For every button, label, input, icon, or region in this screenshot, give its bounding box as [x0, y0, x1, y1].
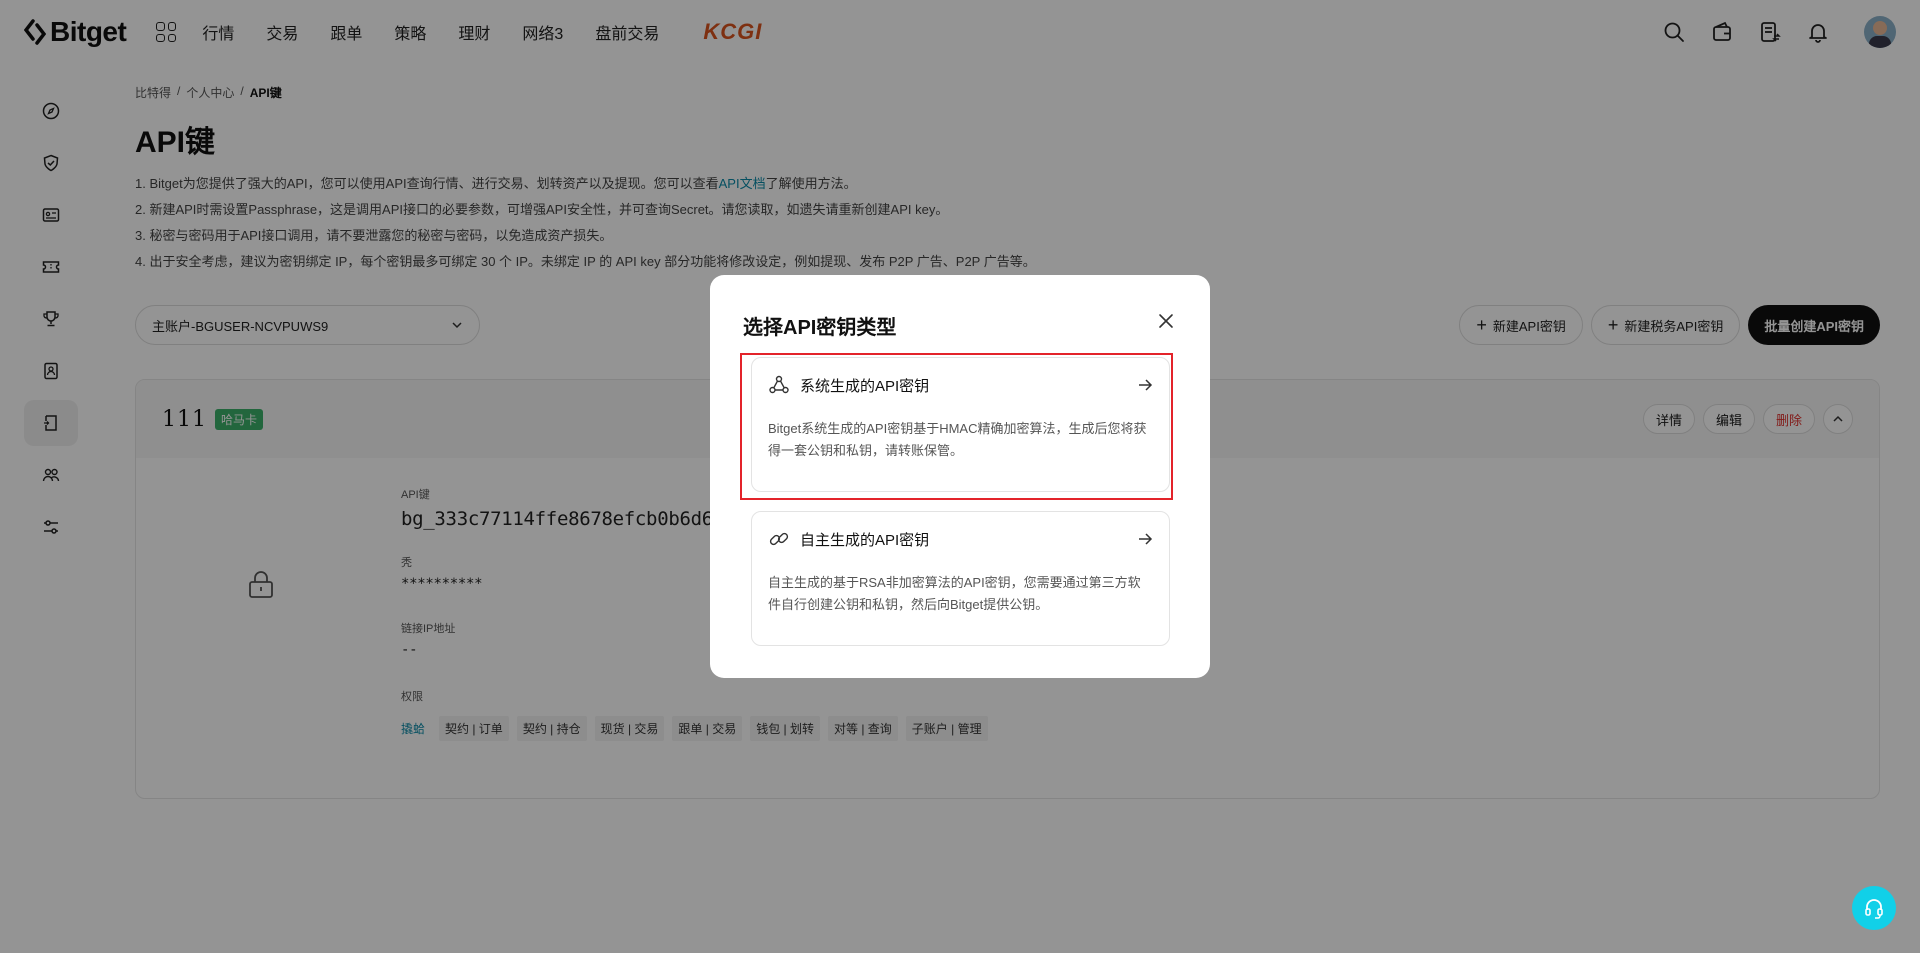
select-api-key-type-modal: 选择API密钥类型 系统生成的API密钥 Bitget系统生成的API密钥基于H… [710, 275, 1210, 678]
system-generated-key-option[interactable]: 系统生成的API密钥 Bitget系统生成的API密钥基于HMAC精确加密算法，… [751, 357, 1170, 492]
self-generated-key-option[interactable]: 自主生成的API密钥 自主生成的基于RSA非加密算法的API密钥，您需要通过第三… [751, 511, 1170, 646]
webhook-icon [769, 375, 789, 394]
option-description: Bitget系统生成的API密钥基于HMAC精确加密算法，生成后您将获得一套公钥… [768, 421, 1147, 458]
arrow-right-icon [1139, 533, 1153, 545]
modal-title: 选择API密钥类型 [743, 317, 897, 339]
option-title: 系统生成的API密钥 [800, 377, 930, 395]
option-title: 自主生成的API密钥 [800, 531, 930, 549]
option-description: 自主生成的基于RSA非加密算法的API密钥，您需要通过第三方软件自行创建公钥和私… [768, 575, 1141, 612]
arrow-right-icon [1139, 379, 1153, 391]
headset-icon [1865, 899, 1883, 919]
link-icon [769, 532, 789, 546]
close-icon[interactable] [1158, 313, 1174, 334]
customer-support-button[interactable] [1852, 886, 1896, 930]
